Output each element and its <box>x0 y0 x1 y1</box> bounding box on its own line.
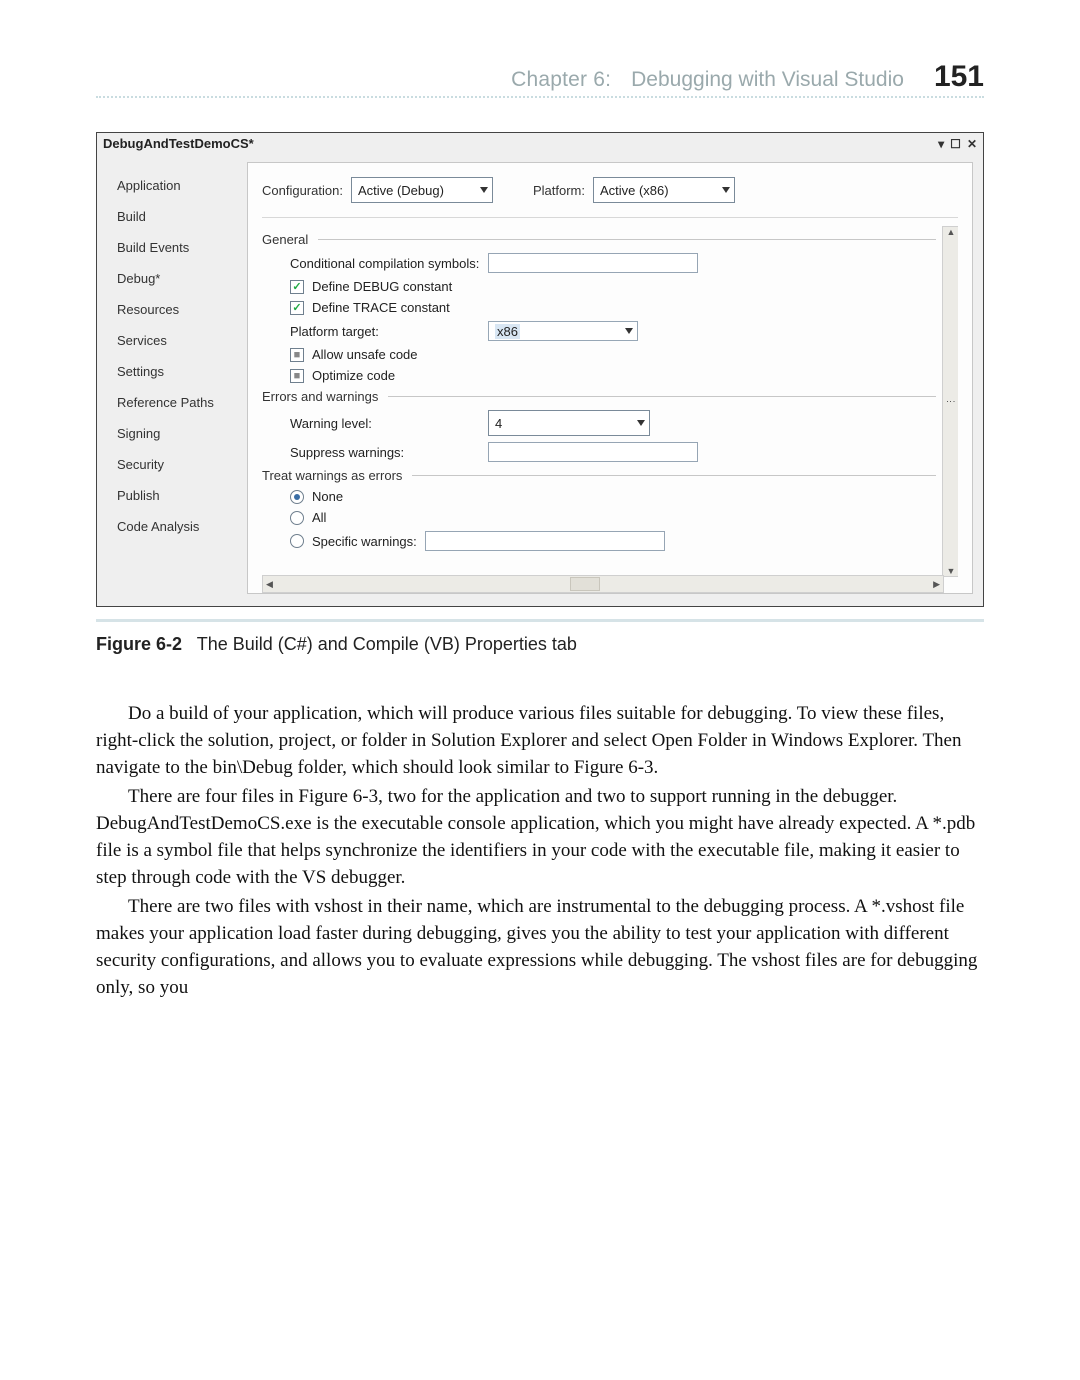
warning-level-value: 4 <box>495 416 502 431</box>
paragraph: There are four files in Figure 6-3, two … <box>96 784 984 892</box>
chevron-down-icon <box>625 328 633 334</box>
scroll-grip-icon[interactable]: ⋮ <box>946 397 956 406</box>
suppress-warnings-label: Suppress warnings: <box>290 445 480 460</box>
window-title: DebugAndTestDemoCS* <box>103 136 254 151</box>
treat-specific-label: Specific warnings: <box>312 534 417 549</box>
define-trace-label: Define TRACE constant <box>312 300 450 315</box>
platform-value: Active (x86) <box>600 183 669 198</box>
tab-build[interactable]: Build <box>107 201 247 232</box>
chapter-title: Debugging with Visual Studio <box>631 68 904 92</box>
tab-code-analysis[interactable]: Code Analysis <box>107 511 247 542</box>
divider <box>318 239 936 240</box>
allow-unsafe-checkbox[interactable]: ■ <box>290 348 304 362</box>
tab-services[interactable]: Services <box>107 325 247 356</box>
vs-properties-window: DebugAndTestDemoCS* ▾ ☐ ✕ Application Bu… <box>96 132 984 607</box>
scroll-thumb[interactable] <box>570 577 600 591</box>
treat-all-radio[interactable] <box>290 511 304 525</box>
group-errors-title: Errors and warnings <box>262 389 378 404</box>
treat-none-label: None <box>312 489 343 504</box>
tab-settings[interactable]: Settings <box>107 356 247 387</box>
properties-tab-list: Application Build Build Events Debug* Re… <box>107 162 247 594</box>
cond-symbols-label: Conditional compilation symbols: <box>290 256 480 271</box>
window-chrome: ▾ ☐ ✕ <box>938 138 977 150</box>
paragraph: There are two files with vshost in their… <box>96 894 984 1002</box>
dropdown-icon[interactable]: ▾ <box>938 138 944 150</box>
build-properties-panel: Configuration: Active (Debug) Platform: … <box>247 162 973 594</box>
suppress-warnings-input[interactable] <box>488 442 698 462</box>
chevron-down-icon <box>480 187 488 193</box>
warning-level-label: Warning level: <box>290 416 480 431</box>
cond-symbols-input[interactable] <box>488 253 698 273</box>
platform-label: Platform: <box>533 183 585 198</box>
figure-label: Figure 6-2 <box>96 634 182 654</box>
close-icon[interactable]: ✕ <box>967 138 977 150</box>
group-general-title: General <box>262 232 308 247</box>
divider <box>388 396 936 397</box>
configuration-combo[interactable]: Active (Debug) <box>351 177 493 203</box>
vertical-scrollbar[interactable]: ▲ ⋮ ▼ <box>942 226 958 577</box>
maximize-icon[interactable]: ☐ <box>950 138 961 150</box>
treat-none-radio[interactable] <box>290 490 304 504</box>
optimize-code-checkbox[interactable]: ■ <box>290 369 304 383</box>
scroll-down-icon[interactable]: ▼ <box>947 566 956 576</box>
treat-specific-input[interactable] <box>425 531 665 551</box>
configuration-label: Configuration: <box>262 183 343 198</box>
tab-build-events[interactable]: Build Events <box>107 232 247 263</box>
tab-publish[interactable]: Publish <box>107 480 247 511</box>
divider <box>412 475 936 476</box>
tab-application[interactable]: Application <box>107 170 247 201</box>
platform-target-label: Platform target: <box>290 324 480 339</box>
scroll-left-icon[interactable]: ◀ <box>263 579 276 590</box>
platform-target-value: x86 <box>495 324 520 339</box>
figure-6-2: DebugAndTestDemoCS* ▾ ☐ ✕ Application Bu… <box>96 132 984 622</box>
tab-debug[interactable]: Debug* <box>107 263 247 294</box>
figure-caption: Figure 6-2 The Build (C#) and Compile (V… <box>96 634 984 655</box>
group-errors: Errors and warnings Warning level: 4 <box>262 389 936 462</box>
scroll-right-icon[interactable]: ▶ <box>930 579 943 590</box>
horizontal-scrollbar[interactable]: ◀ ▶ <box>262 575 944 593</box>
platform-target-combo[interactable]: x86 <box>488 321 638 341</box>
group-treat-warnings: Treat warnings as errors None <box>262 468 936 551</box>
config-row: Configuration: Active (Debug) Platform: … <box>262 173 958 218</box>
allow-unsafe-label: Allow unsafe code <box>312 347 418 362</box>
scroll-up-icon[interactable]: ▲ <box>947 227 956 237</box>
chevron-down-icon <box>722 187 730 193</box>
define-debug-checkbox[interactable]: ✓ <box>290 280 304 294</box>
body-text: Do a build of your application, which wi… <box>96 701 984 1002</box>
window-titlebar: DebugAndTestDemoCS* ▾ ☐ ✕ <box>97 133 983 154</box>
define-debug-label: Define DEBUG constant <box>312 279 452 294</box>
optimize-code-label: Optimize code <box>312 368 395 383</box>
tab-resources[interactable]: Resources <box>107 294 247 325</box>
tab-signing[interactable]: Signing <box>107 418 247 449</box>
running-head: Chapter 6: Debugging with Visual Studio … <box>96 60 984 98</box>
define-trace-checkbox[interactable]: ✓ <box>290 301 304 315</box>
treat-all-label: All <box>312 510 326 525</box>
paragraph: Do a build of your application, which wi… <box>96 701 984 782</box>
scroll-track[interactable] <box>276 576 930 592</box>
figure-caption-text: The Build (C#) and Compile (VB) Properti… <box>197 634 577 654</box>
page-number: 151 <box>924 60 984 94</box>
treat-specific-radio[interactable] <box>290 534 304 548</box>
platform-combo[interactable]: Active (x86) <box>593 177 735 203</box>
tab-reference-paths[interactable]: Reference Paths <box>107 387 247 418</box>
warning-level-combo[interactable]: 4 <box>488 410 650 436</box>
build-settings-content: General Conditional compilation symbols: <box>262 232 958 577</box>
tab-security[interactable]: Security <box>107 449 247 480</box>
group-general: General Conditional compilation symbols: <box>262 232 936 383</box>
group-treat-title: Treat warnings as errors <box>262 468 402 483</box>
chevron-down-icon <box>637 420 645 426</box>
configuration-value: Active (Debug) <box>358 183 444 198</box>
chapter-label: Chapter 6: <box>511 68 611 92</box>
